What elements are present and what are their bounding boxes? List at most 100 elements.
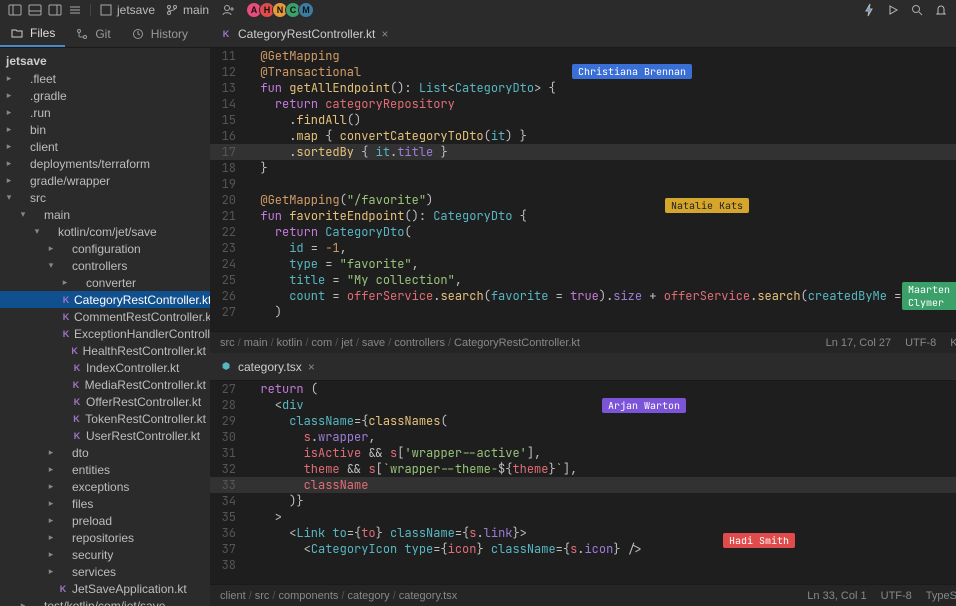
tree-folder[interactable]: ▸security <box>0 546 210 563</box>
file-encoding[interactable]: UTF-8 <box>881 590 912 602</box>
run-icon[interactable] <box>886 3 900 17</box>
code-content[interactable] <box>246 557 956 573</box>
chevron-icon[interactable]: ▸ <box>46 515 56 526</box>
editor1-tab[interactable]: K CategoryRestController.kt × <box>210 20 398 47</box>
add-collaborator-icon[interactable] <box>221 3 235 17</box>
tree-folder[interactable]: ▸test/kotlin/com/jet/save <box>0 597 210 606</box>
code-line[interactable]: 22 return CategoryDto( <box>210 224 956 240</box>
panel-right-icon[interactable] <box>48 3 62 17</box>
chevron-icon[interactable]: ▸ <box>46 549 56 560</box>
cursor-position[interactable]: Ln 33, Col 1 <box>807 590 866 602</box>
tree-folder[interactable]: ▸repositories <box>0 529 210 546</box>
panel-icon[interactable] <box>8 3 22 17</box>
tree-folder[interactable]: ▸configuration <box>0 240 210 257</box>
code-content[interactable]: theme && s[`wrapper--theme-${theme}`], <box>246 461 956 477</box>
chevron-icon[interactable]: ▸ <box>46 566 56 577</box>
code-content[interactable]: ) <box>246 304 956 320</box>
tree-folder[interactable]: ▸entities <box>0 461 210 478</box>
chevron-icon[interactable]: ▸ <box>4 90 14 101</box>
code-line[interactable]: 34 )} <box>210 493 956 509</box>
chevron-icon[interactable]: ▸ <box>18 600 28 606</box>
code-line[interactable]: 15 .findAll() <box>210 112 956 128</box>
tree-folder[interactable]: ▸services <box>0 563 210 580</box>
chevron-icon[interactable]: ▸ <box>4 73 14 84</box>
code-line[interactable]: 17 .sortedBy { it.title } <box>210 144 956 160</box>
tree-folder[interactable]: ▾src <box>0 189 210 206</box>
sidebar-tab-files[interactable]: Files <box>0 20 65 47</box>
project-selector[interactable]: jetsave <box>99 3 155 17</box>
code-content[interactable]: <div <box>246 397 956 413</box>
code-line[interactable]: 32 theme && s[`wrapper--theme-${theme}`]… <box>210 461 956 477</box>
chevron-icon[interactable]: ▸ <box>46 532 56 543</box>
tree-folder[interactable]: ▸preload <box>0 512 210 529</box>
tree-file[interactable]: KJetSaveApplication.kt <box>0 580 210 597</box>
tree-file[interactable]: KCommentRestController.kt <box>0 308 210 325</box>
code-line[interactable]: 21 fun favoriteEndpoint(): CategoryDto { <box>210 208 956 224</box>
code-content[interactable]: type = "favorite", <box>246 256 956 272</box>
code-content[interactable]: fun favoriteEndpoint(): CategoryDto { <box>246 208 956 224</box>
code-content[interactable]: s.wrapper, <box>246 429 956 445</box>
code-content[interactable] <box>246 176 956 192</box>
code-content[interactable]: title = "My collection", <box>246 272 956 288</box>
project-root-label[interactable]: jetsave <box>0 52 210 70</box>
close-icon[interactable]: × <box>308 360 315 374</box>
code-line[interactable]: 33 className <box>210 477 956 493</box>
tree-file[interactable]: KExceptionHandlerController <box>0 325 210 342</box>
tree-folder[interactable]: ▸files <box>0 495 210 512</box>
code-line[interactable]: 20 @GetMapping("/favorite") <box>210 192 956 208</box>
code-content[interactable]: .findAll() <box>246 112 956 128</box>
avatar[interactable]: M <box>298 2 314 18</box>
editor1-breadcrumb[interactable]: src/main/kotlin/com/jet/save/controllers… <box>220 337 580 349</box>
tree-file[interactable]: KUserRestController.kt <box>0 427 210 444</box>
chevron-icon[interactable]: ▸ <box>46 447 56 458</box>
code-content[interactable]: fun getAllEndpoint(): List<CategoryDto> … <box>246 80 956 96</box>
code-content[interactable]: .sortedBy { it.title } <box>246 144 956 160</box>
search-icon[interactable] <box>910 3 924 17</box>
code-line[interactable]: 38 <box>210 557 956 573</box>
chevron-icon[interactable]: ▸ <box>4 107 14 118</box>
code-content[interactable]: )} <box>246 493 956 509</box>
code-line[interactable]: 31 isActive && s['wrapper--active'], <box>210 445 956 461</box>
tree-folder[interactable]: ▸bin <box>0 121 210 138</box>
tree-folder[interactable]: ▸.gradle <box>0 87 210 104</box>
chevron-icon[interactable]: ▸ <box>60 277 70 288</box>
tree-file[interactable]: KOfferRestController.kt <box>0 393 210 410</box>
file-tree[interactable]: jetsave ▸.fleet▸.gradle▸.run▸bin▸client▸… <box>0 48 210 606</box>
code-content[interactable]: count = offerService.search(favorite = t… <box>246 288 956 304</box>
tree-folder[interactable]: ▸gradle/wrapper <box>0 172 210 189</box>
code-line[interactable]: 24 type = "favorite", <box>210 256 956 272</box>
bolt-icon[interactable] <box>862 3 876 17</box>
code-line[interactable]: 35 > <box>210 509 956 525</box>
notifications-icon[interactable] <box>934 3 948 17</box>
chevron-icon[interactable]: ▸ <box>4 124 14 135</box>
tree-folder[interactable]: ▸.fleet <box>0 70 210 87</box>
code-line[interactable]: 18 } <box>210 160 956 176</box>
code-content[interactable]: return ( <box>246 381 956 397</box>
code-line[interactable]: 27 ) <box>210 304 956 320</box>
chevron-icon[interactable]: ▸ <box>4 158 14 169</box>
editor2-breadcrumb[interactable]: client/src/components/category/category.… <box>220 590 457 602</box>
tree-folder[interactable]: ▸exceptions <box>0 478 210 495</box>
code-content[interactable]: id = -1, <box>246 240 956 256</box>
sidebar-tab-git[interactable]: Git <box>65 20 120 47</box>
code-line[interactable]: 30 s.wrapper, <box>210 429 956 445</box>
code-line[interactable]: 36 <Link to={to} className={s.link}> <box>210 525 956 541</box>
code-line[interactable]: 23 id = -1, <box>210 240 956 256</box>
chevron-icon[interactable]: ▸ <box>4 141 14 152</box>
code-content[interactable]: @GetMapping("/favorite") <box>246 192 956 208</box>
tree-folder[interactable]: ▸dto <box>0 444 210 461</box>
chevron-icon[interactable]: ▸ <box>46 481 56 492</box>
code-line[interactable]: 14 return categoryRepository <box>210 96 956 112</box>
chevron-icon[interactable]: ▾ <box>32 226 42 237</box>
cursor-position[interactable]: Ln 17, Col 27 <box>826 337 891 349</box>
editor2-code[interactable]: ✓ 27 return (28 <div29 className={classN… <box>210 381 956 584</box>
tree-file[interactable]: KHealthRestController.kt <box>0 342 210 359</box>
code-content[interactable]: return CategoryDto( <box>246 224 956 240</box>
tree-folder[interactable]: ▾main <box>0 206 210 223</box>
code-content[interactable]: <Link to={to} className={s.link}> <box>246 525 956 541</box>
code-line[interactable]: 16 .map { convertCategoryToDto(it) } <box>210 128 956 144</box>
sidebar-tab-history[interactable]: History <box>121 20 198 47</box>
chevron-icon[interactable]: ▸ <box>46 464 56 475</box>
tree-folder[interactable]: ▸client <box>0 138 210 155</box>
tree-folder[interactable]: ▸.run <box>0 104 210 121</box>
